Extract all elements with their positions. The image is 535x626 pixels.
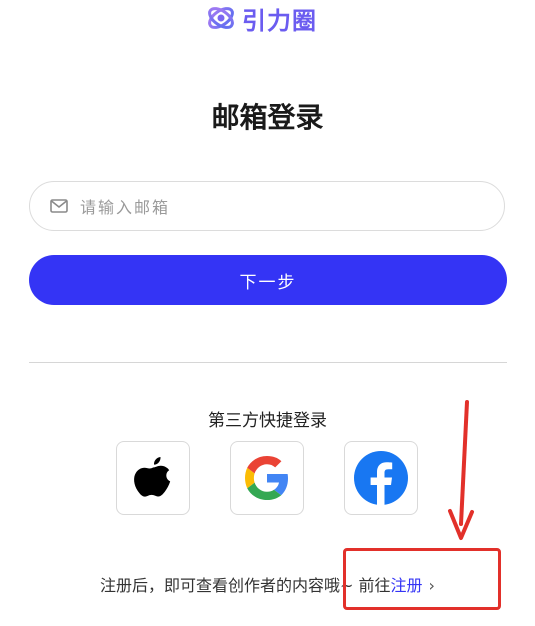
apple-login-button[interactable] — [116, 441, 190, 515]
facebook-login-button[interactable] — [344, 441, 418, 515]
facebook-icon — [354, 451, 408, 505]
brand-logo: 引力圈 — [206, 2, 317, 35]
apple-icon — [134, 457, 171, 497]
annotation-arrow-icon — [448, 400, 474, 540]
annotation-highlight-box — [343, 548, 501, 610]
divider — [29, 362, 507, 363]
next-button[interactable]: 下一步 — [29, 255, 507, 305]
logo-icon — [208, 7, 234, 29]
google-login-button[interactable] — [230, 441, 304, 515]
mail-icon — [50, 199, 68, 213]
page-title: 邮箱登录 — [211, 101, 324, 134]
email-field[interactable] — [29, 181, 505, 232]
google-icon — [245, 456, 288, 500]
brand-name: 引力圈 — [242, 6, 317, 35]
email-input[interactable] — [78, 182, 482, 232]
